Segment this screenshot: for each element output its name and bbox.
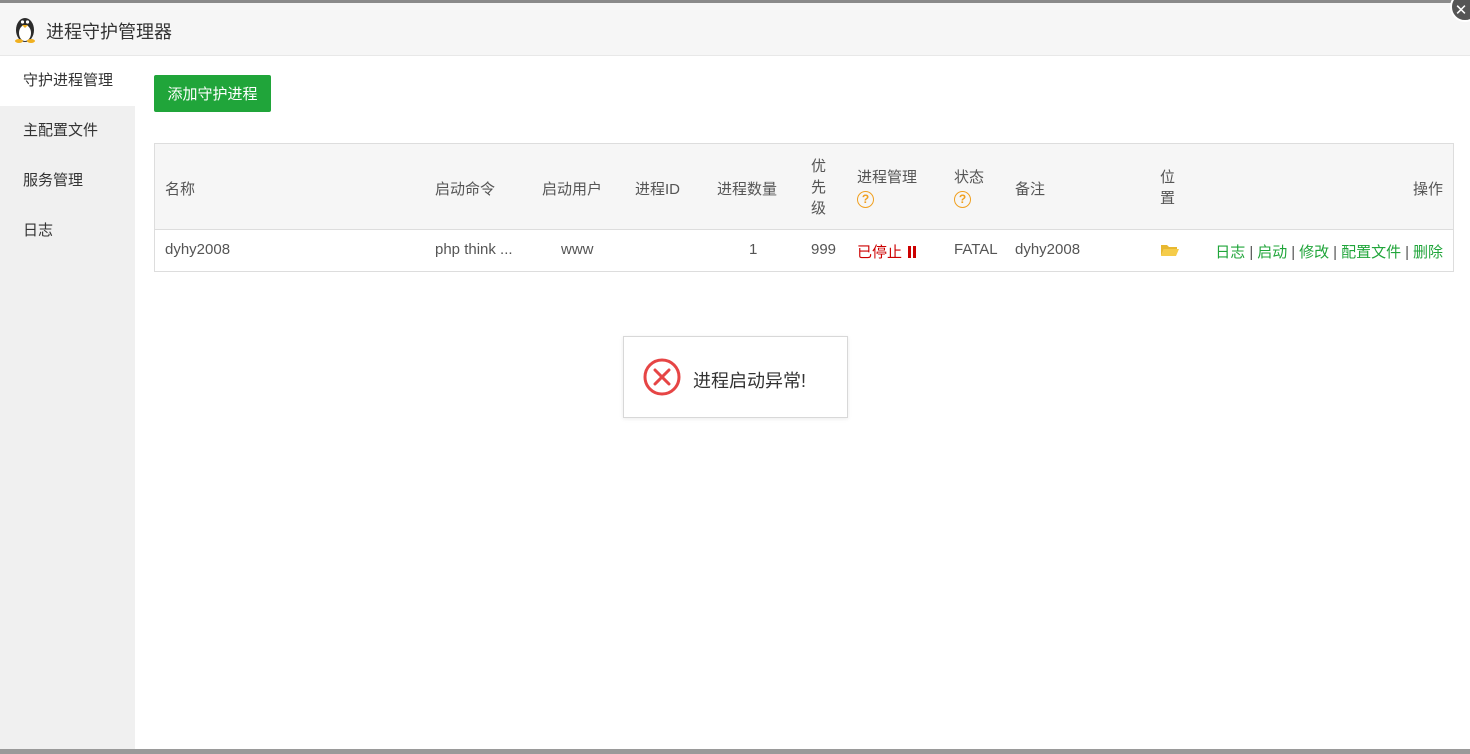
pause-icon[interactable] bbox=[908, 246, 917, 258]
help-icon[interactable]: ? bbox=[857, 191, 874, 208]
edit-link[interactable]: 修改 bbox=[1299, 244, 1329, 261]
window-header: 进程守护管理器 bbox=[0, 3, 1470, 56]
table-header: 名称 启动命令 启动用户 进程ID 进程数量 优 先 级 进程管理 ? 状态 ?… bbox=[155, 144, 1453, 230]
cell-user: www bbox=[561, 241, 594, 258]
toast-message: 进程启动异常! bbox=[693, 371, 807, 391]
cell-actions: 日志 | 启动 | 修改 | 配置文件 | 删除 bbox=[1215, 244, 1443, 261]
add-daemon-button[interactable]: 添加守护进程 bbox=[154, 75, 271, 112]
col-status: 状态 ? bbox=[954, 169, 985, 208]
col-count: 进程数量 bbox=[717, 181, 778, 198]
log-link[interactable]: 日志 bbox=[1215, 244, 1245, 261]
col-user: 启动用户 bbox=[542, 181, 603, 198]
cell-remark: dyhy2008 bbox=[1015, 241, 1081, 258]
col-priority: 优 先 级 bbox=[811, 158, 827, 217]
help-icon[interactable]: ? bbox=[954, 191, 971, 208]
col-remark: 备注 bbox=[1015, 181, 1046, 198]
col-location: 位 置 bbox=[1160, 169, 1176, 207]
sidebar-item-log[interactable]: 日志 bbox=[0, 206, 135, 256]
sidebar: 守护进程管理 主配置文件 服务管理 日志 bbox=[0, 56, 135, 754]
cell-name: dyhy2008 bbox=[165, 241, 231, 258]
cell-count: 1 bbox=[749, 241, 758, 258]
background-window-strip bbox=[0, 749, 1470, 754]
col-actions: 操作 bbox=[1412, 181, 1443, 198]
cell-status: FATAL bbox=[954, 241, 998, 258]
cell-priority: 999 bbox=[811, 241, 837, 258]
stopped-status: 已停止 bbox=[857, 244, 903, 261]
sidebar-item-process-manage[interactable]: 守护进程管理 bbox=[0, 56, 135, 106]
sidebar-item-service-manage[interactable]: 服务管理 bbox=[0, 156, 135, 206]
sidebar-item-label: 守护进程管理 bbox=[23, 72, 114, 89]
error-toast: 进程启动异常! bbox=[623, 336, 848, 418]
process-table: 名称 启动命令 启动用户 进程ID 进程数量 优 先 级 进程管理 ? 状态 ?… bbox=[154, 143, 1454, 272]
start-link[interactable]: 启动 bbox=[1257, 244, 1287, 261]
col-pid: 进程ID bbox=[635, 181, 681, 198]
cell-command: php think ... bbox=[435, 241, 513, 258]
table-row: dyhy2008 php think ... www 1 999 已停止 FAT… bbox=[155, 230, 1453, 271]
sidebar-item-main-config[interactable]: 主配置文件 bbox=[0, 106, 135, 156]
folder-icon[interactable] bbox=[1160, 242, 1180, 262]
error-icon bbox=[643, 358, 681, 396]
sidebar-item-label: 服务管理 bbox=[23, 172, 84, 189]
linux-penguin-icon bbox=[15, 18, 35, 43]
config-file-link[interactable]: 配置文件 bbox=[1341, 244, 1401, 261]
sidebar-item-label: 日志 bbox=[23, 222, 54, 239]
sidebar-item-label: 主配置文件 bbox=[23, 122, 99, 139]
col-name: 名称 bbox=[165, 181, 196, 198]
cell-proc-state: 已停止 bbox=[857, 241, 917, 262]
col-proc-manage: 进程管理 ? bbox=[857, 169, 918, 208]
delete-link[interactable]: 删除 bbox=[1413, 244, 1443, 261]
col-command: 启动命令 bbox=[435, 181, 496, 198]
window-title: 进程守护管理器 bbox=[46, 22, 172, 42]
